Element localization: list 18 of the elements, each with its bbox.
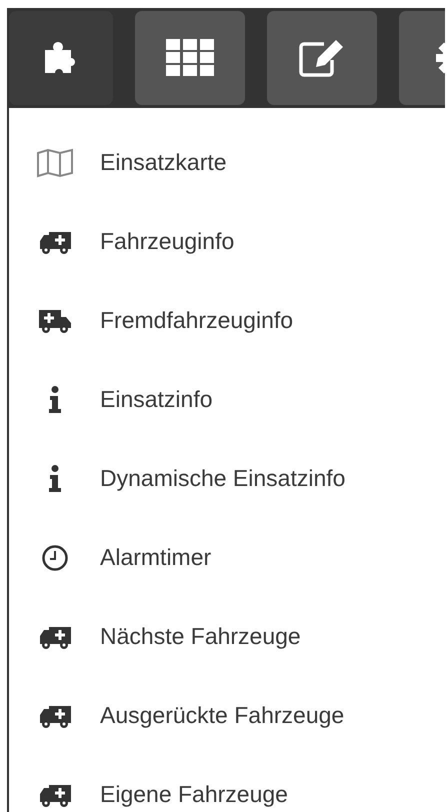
menu-item[interactable]: Nächste Fahrzeuge [100,623,301,650]
menu-item[interactable]: Einsatzinfo [100,386,213,413]
menu-item[interactable]: Dynamische Einsatzinfo [100,465,346,492]
grid-button[interactable] [135,11,245,105]
grid-icon [166,39,214,77]
menu-item[interactable]: Eigene Fahrzeuge [100,781,288,808]
edit-icon [298,38,346,78]
info-icon [48,464,62,492]
menu-item[interactable]: Alarmtimer [100,544,212,571]
clock-icon [40,544,68,572]
menu-item[interactable]: Einsatzkarte [100,149,227,176]
info-icon [48,386,62,414]
puzzle-button[interactable] [9,11,113,105]
edit-button[interactable] [267,11,377,105]
menu-item[interactable]: Fremdfahrzeuginfo [100,307,294,334]
menu-item[interactable]: Ausgerückte Fahrzeuge [100,702,344,729]
map-icon [36,148,74,178]
menu-item[interactable]: Fahrzeuginfo [100,228,234,255]
